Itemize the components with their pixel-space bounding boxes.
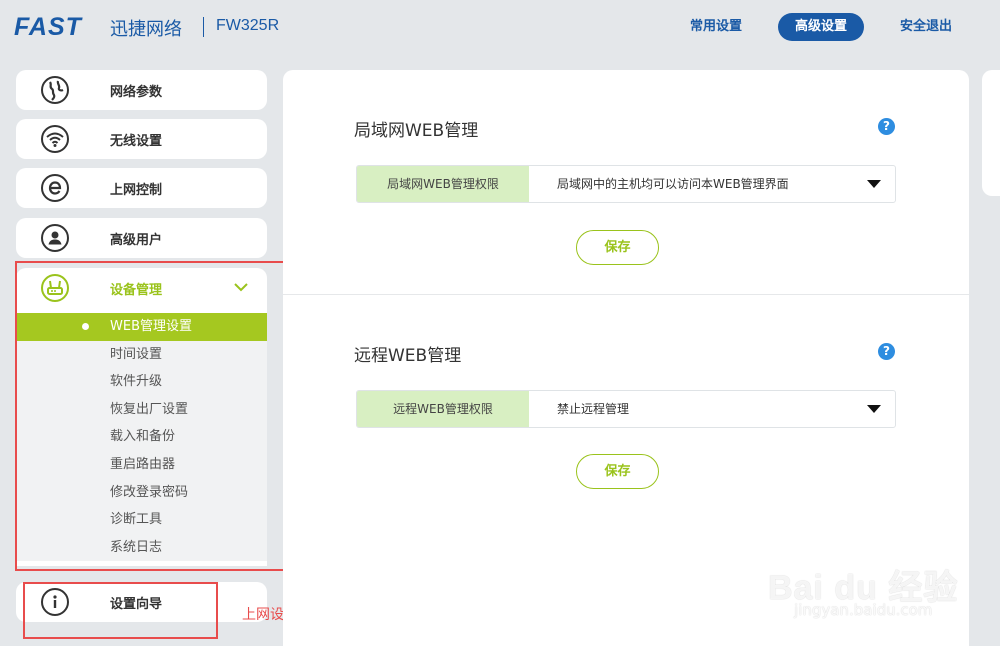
globe-icon (41, 76, 69, 104)
sidebar-item-label: 上网控制 (110, 183, 163, 198)
remote-permission-label: 远程WEB管理权限 (357, 391, 529, 427)
section-divider (283, 294, 969, 295)
sidebar-item-wireless[interactable]: 无线设置 (16, 119, 267, 159)
browser-e-icon (41, 174, 69, 202)
lan-permission-value: 局域网中的主机均可以访问本WEB管理界面 (557, 177, 789, 191)
wifi-icon (41, 125, 69, 153)
sidebar-item-network[interactable]: 网络参数 (16, 70, 267, 110)
lan-save-button[interactable]: 保存 (576, 230, 659, 265)
header: FAST 迅捷网络 FW325R 常用设置 高级设置 安全退出 (0, 0, 1000, 56)
remote-save-button[interactable]: 保存 (576, 454, 659, 489)
brand-logo: FAST (14, 13, 82, 41)
remote-permission-value: 禁止远程管理 (557, 402, 630, 416)
help-icon[interactable]: ? (878, 343, 895, 360)
sidebar-item-label: 无线设置 (110, 134, 163, 149)
model-name: FW325R (216, 17, 280, 34)
sidebar-item-label: 高级用户 (110, 233, 163, 248)
lan-web-mgmt-title: 局域网WEB管理 (354, 121, 479, 141)
remote-permission-select[interactable]: 远程WEB管理权限 禁止远程管理 (356, 390, 896, 428)
sidebar-item-label: 网络参数 (110, 85, 163, 100)
nav-advanced-settings[interactable]: 高级设置 (778, 13, 864, 41)
lan-permission-select[interactable]: 局域网WEB管理权限 局域网中的主机均可以访问本WEB管理界面 (356, 165, 896, 203)
highlight-box-wizard (23, 582, 218, 639)
nav-logout[interactable]: 安全退出 (890, 13, 962, 41)
brand-divider (203, 17, 204, 37)
highlight-box-device-mgmt (15, 261, 289, 571)
caret-down-icon (867, 180, 881, 188)
right-help-panel (982, 70, 1000, 196)
baidu-watermark-url: jingyan.baidu.com (794, 601, 933, 619)
help-icon[interactable]: ? (878, 118, 895, 135)
brand-name-cn: 迅捷网络 (110, 19, 182, 40)
user-icon (41, 224, 69, 252)
caret-down-icon (867, 405, 881, 413)
lan-permission-label: 局域网WEB管理权限 (357, 166, 529, 202)
remote-web-mgmt-title: 远程WEB管理 (354, 346, 462, 366)
sidebar-item-advanced-users[interactable]: 高级用户 (16, 218, 267, 258)
sidebar-item-access-control[interactable]: 上网控制 (16, 168, 267, 208)
nav-common-settings[interactable]: 常用设置 (676, 13, 756, 41)
